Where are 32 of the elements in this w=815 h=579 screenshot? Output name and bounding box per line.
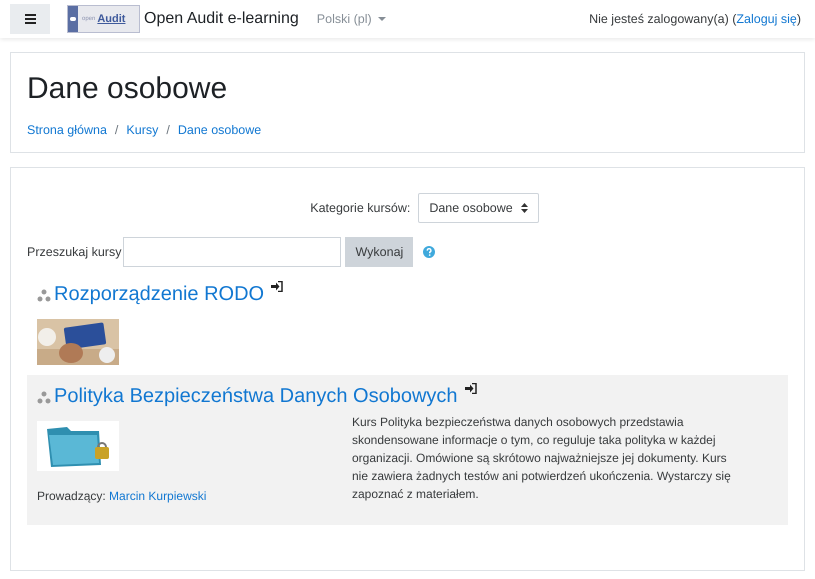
course-summary: Kurs Polityka bezpieczeństwa danych osobowych przedstawia skondensowane informacje o tym, co reguluje taka polityka w każdej organizacji. Omówione są skrótowo najważniejsze jej dokumenty. Kurs nie zawiera żadnych testów ani potwierdzeń ukończenia. Wystarczy się zapoznać z materiałem. [352, 414, 732, 503]
help-icon [423, 246, 436, 258]
breadcrumb-link[interactable]: Strona główna [27, 121, 107, 140]
search-field[interactable] [123, 237, 342, 267]
teacher-link[interactable]: Marcin Kurpiewski [109, 489, 206, 503]
login-link[interactable]: Zaloguj się [736, 10, 797, 28]
breadcrumb-link[interactable]: Dane osobowe [178, 121, 262, 140]
search-label: Przeszukaj kursy [27, 244, 122, 261]
sign-in-icon [271, 281, 284, 292]
login-status: Nie jesteś zalogowany(a) ( [589, 10, 736, 28]
sign-in-icon [464, 383, 477, 394]
page-title: Dane osobowe [27, 71, 228, 107]
eye-icon [70, 17, 76, 21]
course-title-link[interactable]: Polityka Bezpieczeństwa Danych Osobowych [54, 381, 458, 411]
course-icon [37, 391, 51, 405]
search-button[interactable]: Wykonaj [345, 237, 414, 267]
language-menu[interactable]: Polski (pl) [316, 10, 386, 28]
teacher-label: Prowadzący: [37, 489, 107, 503]
course-title-link[interactable]: Rozporządzenie RODO [54, 279, 264, 309]
logo-text: Audit [97, 12, 126, 27]
category-select[interactable]: Dane osobowe [418, 193, 539, 223]
menu-button[interactable] [10, 4, 50, 34]
breadcrumb-separator: / [114, 122, 118, 139]
sort-icon [520, 203, 528, 213]
site-name[interactable]: Open Audit e-learning [144, 7, 299, 31]
breadcrumb-link[interactable]: Kursy [126, 121, 158, 140]
menu-icon [24, 14, 36, 24]
login-status: ) [796, 10, 801, 28]
caret-icon [378, 17, 386, 21]
category-label: Kategorie kursów: [310, 200, 410, 217]
course-icon [37, 289, 51, 303]
breadcrumb-separator: / [166, 122, 170, 139]
